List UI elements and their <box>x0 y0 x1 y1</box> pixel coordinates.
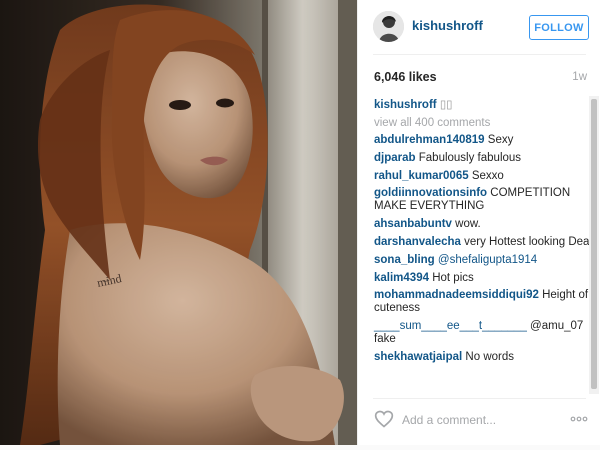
comment-item: kalim4394 Hot pics <box>374 272 596 285</box>
add-comment-input[interactable] <box>402 412 552 428</box>
comment-text: No words <box>465 350 514 363</box>
post-footer <box>358 398 600 445</box>
scrollbar-thumb[interactable] <box>591 99 597 389</box>
post-time[interactable]: 1w <box>572 71 587 83</box>
bottom-gap <box>0 445 600 450</box>
comment-author[interactable]: mohammadnadeemsiddiqui92 <box>374 289 539 301</box>
comment-author[interactable]: shekhawatjaipal <box>374 351 462 363</box>
comment-item: darshanvalecha very Hottest looking Dear <box>374 236 596 249</box>
comment-item: djparab Fabulously fabulous <box>374 152 596 165</box>
comment-author[interactable]: darshanvalecha <box>374 236 461 248</box>
comment-author[interactable]: ____sum____ee___t_______ <box>374 320 527 332</box>
comment-text: Sexy <box>487 134 514 146</box>
comment-text: Hot pics <box>432 271 474 284</box>
comment-item: sona_bling @shefaligupta1914 <box>374 254 596 267</box>
comment-item: shekhawatjaipal No words <box>374 351 596 364</box>
heart-icon-graphic <box>374 410 394 428</box>
comments-list: kishushroff ▯▯ view all 400 comments abd… <box>374 98 596 369</box>
comment-item: rahul_kumar0065 Sexxo <box>374 170 596 183</box>
comment-author[interactable]: goldiinnovationsinfo <box>374 187 487 199</box>
comment-item: mohammadnadeemsiddiqui92 Height of cuten… <box>374 289 596 315</box>
caption-author[interactable]: kishushroff <box>374 99 437 111</box>
post-image[interactable]: m̶ind <box>0 0 357 445</box>
follow-button[interactable]: FOLLOW <box>529 15 589 40</box>
avatar-image <box>373 11 404 42</box>
comment-item: ____sum____ee___t_______ @amu_07 fake <box>374 320 596 346</box>
comment-item: ahsanbabuntv wow. <box>374 218 596 231</box>
username-link[interactable]: kishushroff <box>412 18 483 33</box>
caption-text: ▯▯ <box>439 99 453 111</box>
more-icon[interactable] <box>570 412 588 426</box>
comment-text: Fabulously fabulous <box>418 151 522 164</box>
comment-mention[interactable]: @shefaligupta1914 <box>438 254 537 266</box>
comment-text: wow. <box>455 218 481 231</box>
comment-author[interactable]: kalim4394 <box>374 272 429 284</box>
likes-count[interactable]: 6,046 likes <box>374 70 437 84</box>
comment-text: very Hottest looking Dear <box>464 235 594 248</box>
comment-author[interactable]: ahsanbabuntv <box>374 218 452 230</box>
comment-author[interactable]: djparab <box>374 152 416 164</box>
avatar[interactable] <box>373 11 404 42</box>
comment-author[interactable]: sona_bling <box>374 254 435 266</box>
comment-item: goldiinnovationsinfo COMPETITION MAKE EV… <box>374 187 596 213</box>
caption: kishushroff ▯▯ <box>374 98 596 112</box>
comment-item: abdulrehman140819 Sexy <box>374 134 596 147</box>
comment-author[interactable]: abdulrehman140819 <box>374 134 485 146</box>
heart-icon[interactable] <box>374 409 394 429</box>
header-divider <box>373 54 586 55</box>
more-icon-graphic <box>570 416 588 422</box>
comment-text: Sexxo <box>471 169 504 182</box>
comment-author[interactable]: rahul_kumar0065 <box>374 170 469 182</box>
post-header: kishushroff FOLLOW <box>358 0 600 54</box>
view-all-comments-link[interactable]: view all 400 comments <box>374 116 596 130</box>
post-side-panel: kishushroff FOLLOW 6,046 likes 1w kishus… <box>357 0 600 445</box>
post-photo: m̶ind <box>0 0 357 445</box>
